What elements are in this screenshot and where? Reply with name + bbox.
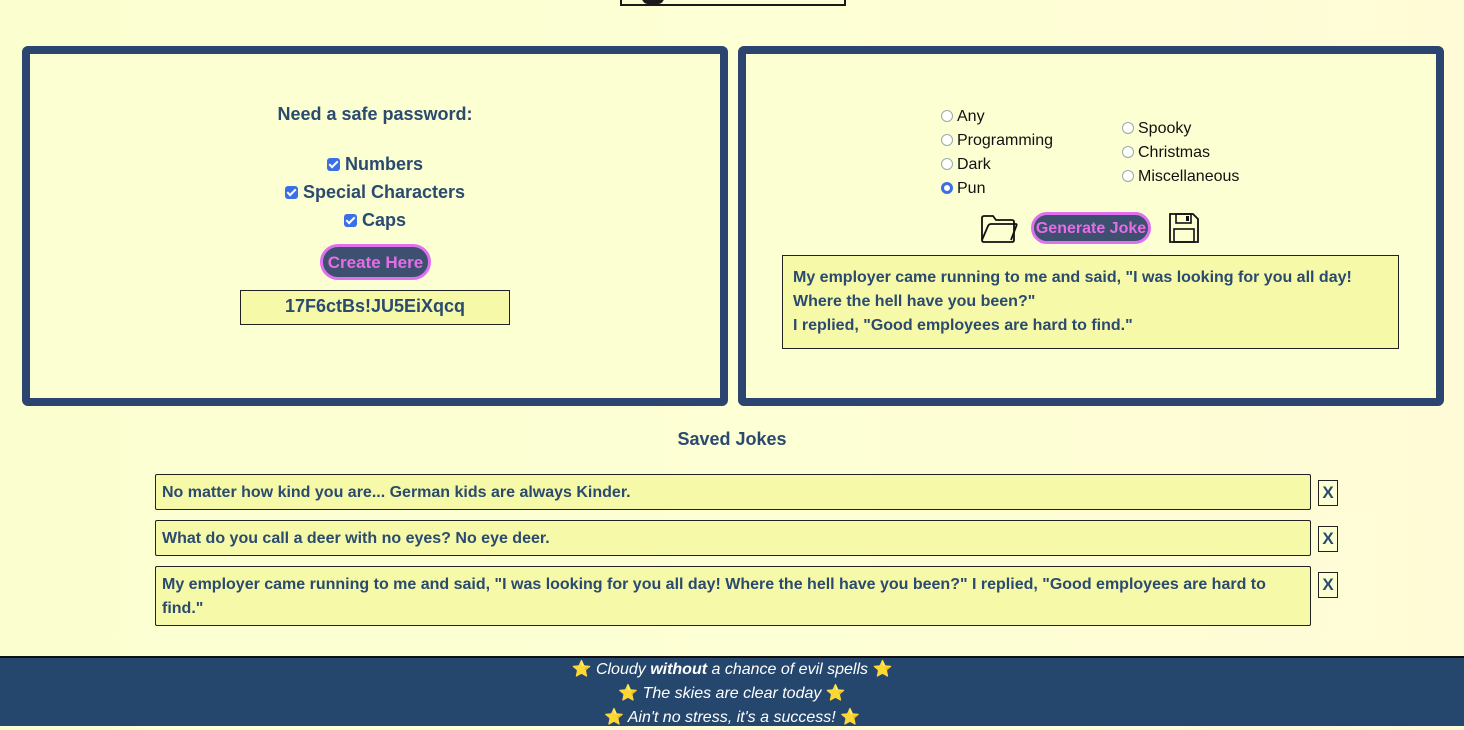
password-title: Need a safe password:: [277, 104, 473, 124]
radio-miscellaneous[interactable]: [1122, 170, 1134, 182]
radio-christmas[interactable]: [1122, 146, 1134, 158]
category-any[interactable]: Any: [941, 108, 985, 126]
category-christmas-label: Christmas: [1138, 144, 1211, 161]
joke-generator-panel: Any Programming Dark Pun Spooky Christma…: [738, 46, 1444, 406]
current-joke-display: My employer came running to me and said,…: [782, 255, 1399, 349]
saved-joke-item: No matter how kind you are... German kid…: [155, 474, 1311, 510]
password-output: 17F6ctBs!JU5EiXqcq: [240, 290, 510, 325]
category-programming-label: Programming: [957, 132, 1054, 149]
delete-saved-joke-button[interactable]: X: [1318, 572, 1338, 598]
create-password-button[interactable]: Create Here: [320, 244, 431, 280]
delete-saved-joke-button[interactable]: X: [1318, 480, 1338, 506]
logo-fragment: [642, 0, 664, 4]
footer: ⭐ Cloudy without a chance of evil spells…: [0, 656, 1464, 726]
category-miscellaneous[interactable]: Miscellaneous: [1122, 168, 1239, 186]
star-icon: ⭐: [840, 709, 861, 726]
category-pun[interactable]: Pun: [941, 180, 985, 198]
footer-text: Cloudy: [595, 661, 651, 678]
generate-joke-button[interactable]: Generate Joke: [1031, 212, 1151, 244]
footer-text: a chance of evil spells: [707, 661, 869, 678]
radio-spooky[interactable]: [1122, 122, 1134, 134]
floppy-disk-icon[interactable]: [1168, 212, 1200, 249]
footer-line-3: ⭐ Ain't no stress, it's a success! ⭐: [0, 706, 1464, 730]
numbers-checkbox[interactable]: [326, 158, 340, 171]
radio-pun[interactable]: [941, 182, 953, 194]
star-icon: ⭐: [603, 709, 624, 726]
special-characters-checkbox[interactable]: [284, 186, 298, 199]
joke-line: My employer came running to me and said,…: [793, 269, 1352, 286]
header-logo-frame: [620, 0, 846, 6]
category-spooky[interactable]: Spooky: [1122, 120, 1191, 138]
joke-line: Where the hell have you been?": [793, 293, 1036, 310]
category-dark[interactable]: Dark: [941, 156, 991, 174]
star-icon: ⭐: [618, 685, 639, 702]
caps-label: Caps: [361, 210, 406, 230]
option-special-characters[interactable]: Special Characters: [30, 182, 720, 203]
footer-line-1: ⭐ Cloudy without a chance of evil spells…: [0, 658, 1464, 682]
saved-jokes-title: Saved Jokes: [677, 429, 787, 449]
option-caps[interactable]: Caps: [30, 210, 720, 231]
footer-text: The skies are clear today: [642, 685, 822, 702]
password-generator-panel: Need a safe password: Numbers Special Ch…: [22, 46, 728, 406]
numbers-label: Numbers: [344, 154, 424, 174]
saved-joke-item: My employer came running to me and said,…: [155, 566, 1311, 626]
footer-text: Ain't no stress, it's a success!: [627, 709, 836, 726]
category-any-label: Any: [957, 108, 985, 125]
footer-line-2: ⭐ The skies are clear today ⭐: [0, 682, 1464, 706]
category-christmas[interactable]: Christmas: [1122, 144, 1210, 162]
category-miscellaneous-label: Miscellaneous: [1138, 168, 1240, 185]
category-programming[interactable]: Programming: [941, 132, 1053, 150]
category-pun-label: Pun: [957, 180, 986, 197]
category-spooky-label: Spooky: [1138, 120, 1192, 137]
joke-line: I replied, "Good employees are hard to f…: [793, 317, 1133, 334]
star-icon: ⭐: [872, 661, 893, 678]
star-icon: ⭐: [571, 661, 592, 678]
special-characters-label: Special Characters: [302, 182, 466, 202]
folder-icon[interactable]: [980, 212, 1018, 249]
caps-checkbox[interactable]: [343, 214, 357, 227]
star-icon: ⭐: [825, 685, 846, 702]
radio-any[interactable]: [941, 110, 953, 122]
category-dark-label: Dark: [957, 156, 991, 173]
saved-joke-item: What do you call a deer with no eyes? No…: [155, 520, 1311, 556]
option-numbers[interactable]: Numbers: [30, 154, 720, 175]
footer-emphasis: without: [650, 661, 708, 678]
delete-saved-joke-button[interactable]: X: [1318, 526, 1338, 552]
radio-programming[interactable]: [941, 134, 953, 146]
radio-dark[interactable]: [941, 158, 953, 170]
